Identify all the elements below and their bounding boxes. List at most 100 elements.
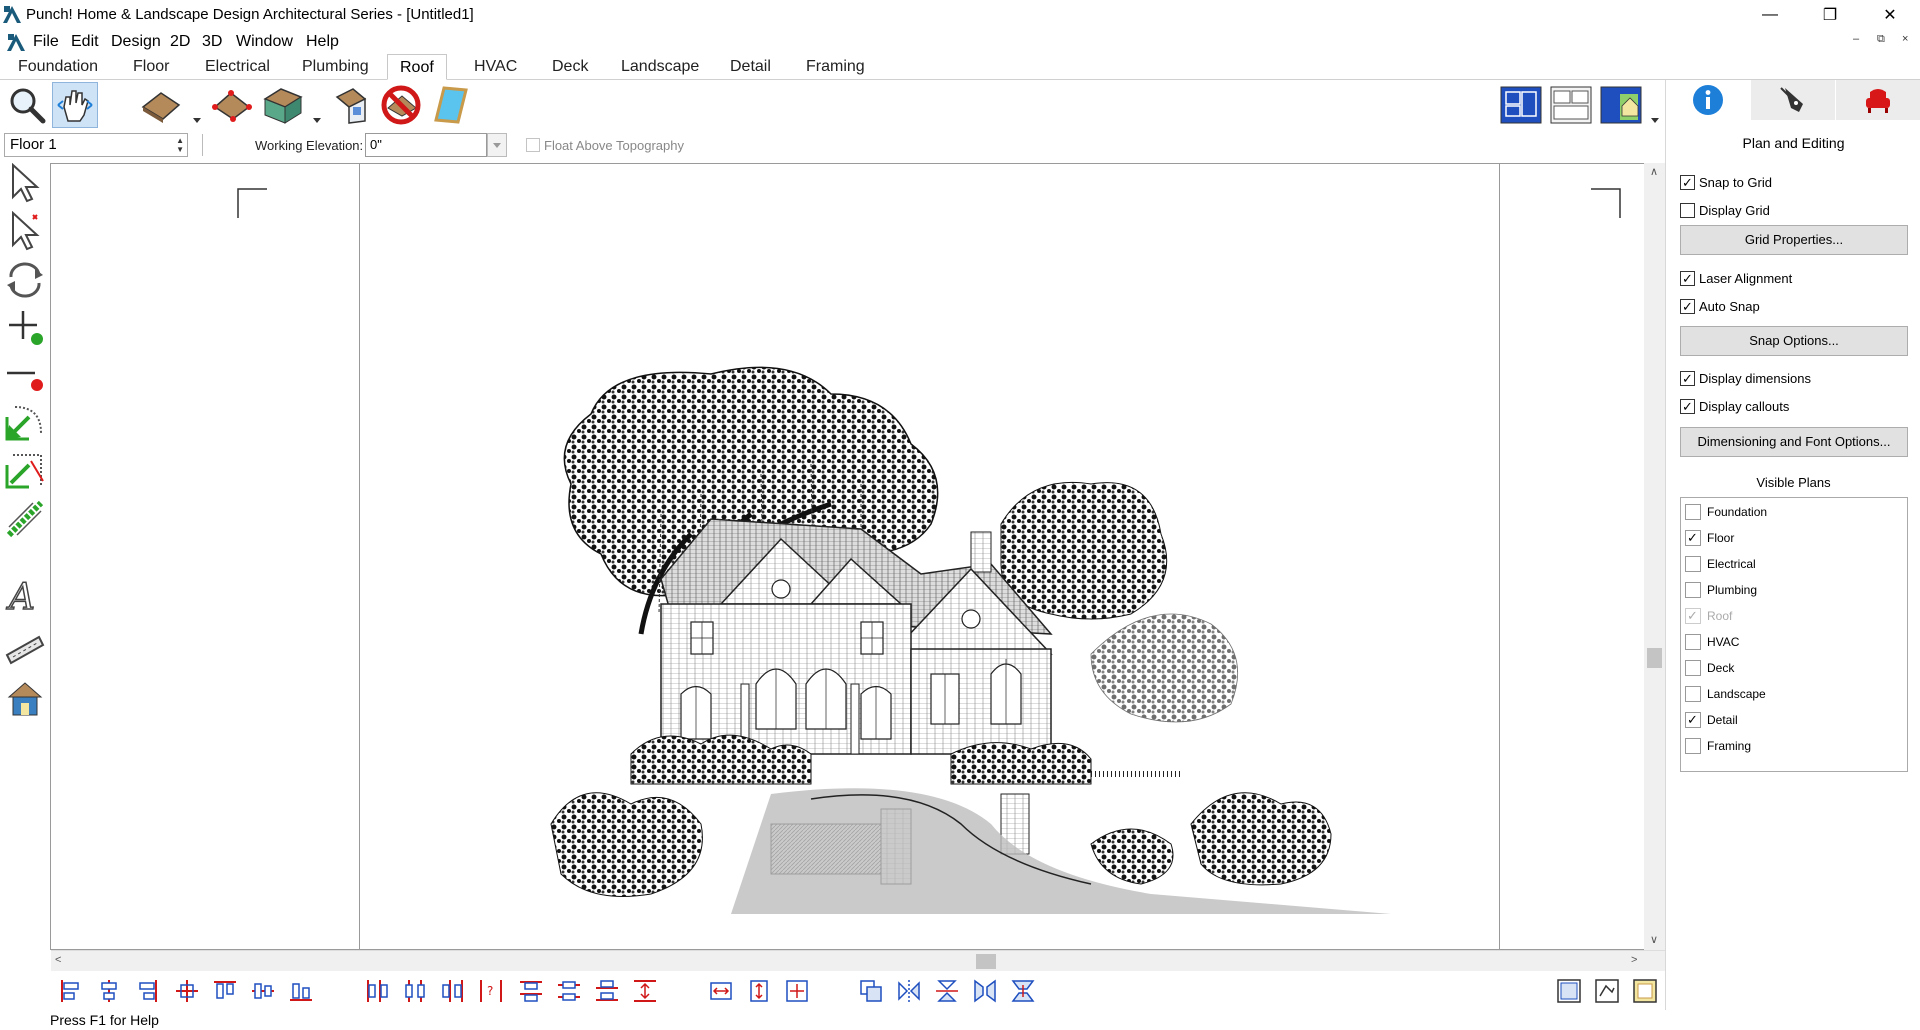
zoom-tool[interactable]: [4, 82, 50, 128]
visible-plan-checkbox[interactable]: [1685, 634, 1701, 650]
snap-options-button[interactable]: Snap Options...: [1680, 326, 1908, 356]
visible-plan-hvac[interactable]: HVAC: [1685, 631, 1739, 653]
split-view-button[interactable]: [1548, 82, 1594, 128]
mdi-minimize-button[interactable]: –: [1853, 33, 1859, 45]
tab-hvac[interactable]: HVAC: [462, 54, 529, 80]
flip-vertical-button[interactable]: [1008, 976, 1038, 1006]
mirror-horizontal-button[interactable]: [894, 976, 924, 1006]
select-tool[interactable]: [4, 162, 46, 204]
page-view-button[interactable]: [1554, 976, 1584, 1006]
menu-window[interactable]: Window: [236, 33, 293, 51]
duplicate-button[interactable]: [856, 976, 886, 1006]
display-dimensions-checkbox[interactable]: [1680, 370, 1695, 386]
visible-plan-floor[interactable]: Floor: [1685, 527, 1734, 549]
house-tool[interactable]: [4, 678, 46, 720]
text-tool[interactable]: A: [4, 574, 46, 616]
same-height-button[interactable]: [744, 976, 774, 1006]
menu-help[interactable]: Help: [306, 33, 339, 51]
array-tool[interactable]: [4, 498, 46, 540]
page-layout-button[interactable]: [1592, 976, 1622, 1006]
roof-plane-tool[interactable]: [138, 82, 184, 128]
visible-plan-checkbox[interactable]: [1685, 582, 1701, 598]
menu-file[interactable]: File: [33, 33, 59, 51]
distribute-right-button[interactable]: [438, 976, 468, 1006]
grid-properties-button[interactable]: Grid Properties...: [1680, 225, 1908, 255]
delete-roof-tool[interactable]: [378, 82, 424, 128]
drawing-canvas[interactable]: [50, 163, 1665, 950]
delete-point-tool[interactable]: [4, 354, 46, 396]
display-callouts-checkbox[interactable]: [1680, 398, 1695, 414]
same-width-button[interactable]: [706, 976, 736, 1006]
close-button[interactable]: ✕: [1860, 0, 1920, 30]
horizontal-scrollbar[interactable]: < >: [51, 950, 1665, 971]
align-top-button[interactable]: [210, 976, 240, 1006]
view-dropdown-icon[interactable]: [1651, 118, 1659, 123]
distribute-center-button[interactable]: [400, 976, 430, 1006]
tab-foundation[interactable]: Foundation: [6, 54, 110, 80]
furniture-tab[interactable]: [1836, 80, 1920, 120]
visible-plan-framing[interactable]: Framing: [1685, 735, 1751, 757]
vertical-scroll-thumb[interactable]: [1647, 648, 1662, 668]
dormer-tool[interactable]: [328, 82, 374, 128]
mdi-restore-button[interactable]: ⧉: [1877, 33, 1885, 46]
visible-plan-plumbing[interactable]: Plumbing: [1685, 579, 1757, 601]
walkthrough-tool[interactable]: [4, 630, 46, 672]
display-dimensions-row[interactable]: Display dimensions: [1680, 368, 1811, 388]
visible-plan-checkbox[interactable]: [1685, 686, 1701, 702]
menu-edit[interactable]: Edit: [71, 33, 99, 51]
roof-plane-dropdown-icon[interactable]: [193, 118, 201, 123]
flip-horizontal-button[interactable]: [970, 976, 1000, 1006]
menu-design[interactable]: Design: [111, 33, 161, 51]
working-elevation-input[interactable]: 0": [365, 133, 487, 157]
auto-roof-dropdown-icon[interactable]: [313, 118, 321, 123]
dimensioning-font-options-button[interactable]: Dimensioning and Font Options...: [1680, 427, 1908, 457]
align-left-button[interactable]: [56, 976, 86, 1006]
align-centers-button[interactable]: [172, 976, 202, 1006]
skylight-tool[interactable]: [428, 82, 474, 128]
tab-plumbing[interactable]: Plumbing: [290, 54, 381, 80]
distribute-horizontal-button[interactable]: ?: [476, 976, 506, 1006]
display-callouts-row[interactable]: Display callouts: [1680, 396, 1789, 416]
visible-plan-detail[interactable]: Detail: [1685, 709, 1738, 731]
distribute-bottom-button[interactable]: [592, 976, 622, 1006]
float-above-topography-checkbox[interactable]: [526, 138, 540, 152]
visible-plan-checkbox[interactable]: [1685, 738, 1701, 754]
tab-landscape[interactable]: Landscape: [609, 54, 711, 80]
horizontal-scroll-thumb[interactable]: [976, 954, 996, 969]
scroll-up-icon[interactable]: ∧: [1650, 165, 1658, 178]
visible-plan-checkbox[interactable]: [1685, 530, 1701, 546]
auto-snap-row[interactable]: Auto Snap: [1680, 296, 1760, 316]
distribute-left-button[interactable]: [362, 976, 392, 1006]
floor-plan-view-button[interactable]: [1498, 82, 1544, 128]
align-right-button[interactable]: [132, 976, 162, 1006]
tab-floor[interactable]: Floor: [121, 54, 181, 80]
minimize-button[interactable]: —: [1740, 0, 1800, 30]
title-block-button[interactable]: [1630, 976, 1660, 1006]
align-middle-button[interactable]: [248, 976, 278, 1006]
scroll-right-icon[interactable]: >: [1631, 954, 1637, 966]
auto-snap-checkbox[interactable]: [1680, 298, 1695, 314]
edit-roof-points-tool[interactable]: [208, 82, 254, 128]
laser-alignment-checkbox[interactable]: [1680, 270, 1695, 286]
display-grid-row[interactable]: Display Grid: [1680, 200, 1770, 220]
tab-roof[interactable]: Roof: [387, 54, 447, 80]
break-line-tool[interactable]: [4, 450, 46, 492]
visible-plan-checkbox[interactable]: [1685, 660, 1701, 676]
add-point-tool[interactable]: [4, 306, 46, 348]
tab-deck[interactable]: Deck: [540, 54, 600, 80]
visible-plan-landscape[interactable]: Landscape: [1685, 683, 1766, 705]
visible-plan-checkbox[interactable]: [1685, 504, 1701, 520]
snap-to-grid-row[interactable]: Snap to Grid: [1680, 172, 1772, 192]
menu-3d[interactable]: 3D: [202, 33, 222, 51]
tab-electrical[interactable]: Electrical: [193, 54, 282, 80]
tab-framing[interactable]: Framing: [794, 54, 877, 80]
floor-selector[interactable]: Floor 1 ▲ ▼: [4, 133, 188, 157]
multi-select-tool[interactable]: [4, 210, 46, 252]
laser-alignment-row[interactable]: Laser Alignment: [1680, 268, 1792, 288]
pen-tab[interactable]: [1751, 80, 1835, 120]
scroll-left-icon[interactable]: <: [55, 954, 61, 966]
spinner-icon[interactable]: ▲ ▼: [176, 136, 184, 154]
info-tab[interactable]: [1666, 80, 1750, 120]
menu-2d[interactable]: 2D: [170, 33, 190, 51]
distribute-middle-button[interactable]: [554, 976, 584, 1006]
